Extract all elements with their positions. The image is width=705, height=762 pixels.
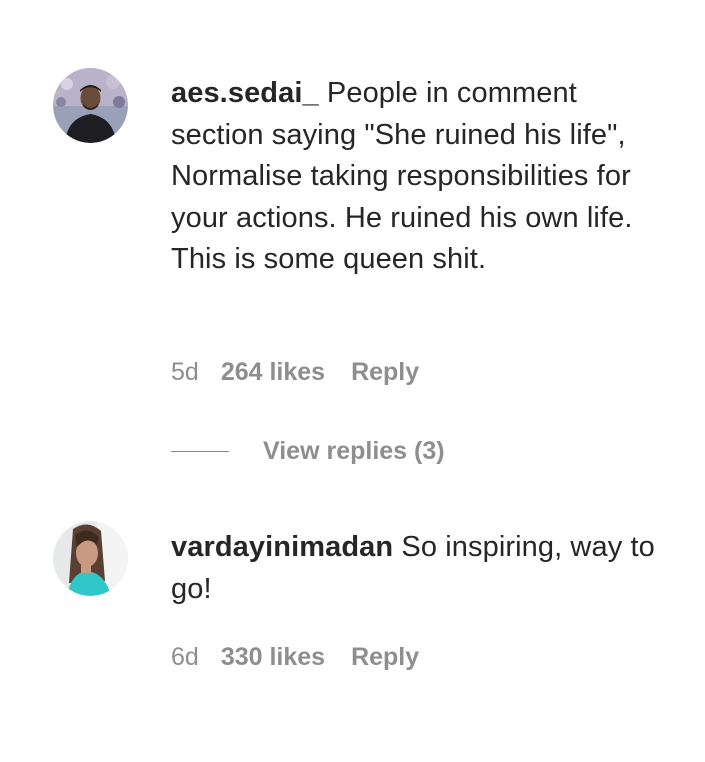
- avatar[interactable]: [53, 521, 128, 596]
- view-replies-button[interactable]: View replies (3): [171, 436, 445, 466]
- replies-divider: [171, 450, 229, 452]
- comment-meta: 6d 330 likes Reply: [171, 642, 419, 672]
- user-avatar-icon: [53, 68, 128, 143]
- comment-text: aes.sedai_ People in comment section say…: [171, 73, 671, 281]
- comment-username[interactable]: aes.sedai_: [171, 77, 319, 109]
- comment-timestamp[interactable]: 5d: [171, 357, 199, 387]
- comment-likes[interactable]: 330 likes: [221, 642, 325, 672]
- avatar[interactable]: [53, 68, 128, 143]
- comment-text: vardayinimadan So inspiring, way to go!: [171, 527, 671, 610]
- comment-likes[interactable]: 264 likes: [221, 357, 325, 387]
- comment-username[interactable]: vardayinimadan: [171, 531, 393, 563]
- view-replies-label: View replies (3): [263, 436, 445, 465]
- reply-button[interactable]: Reply: [351, 357, 419, 387]
- comment-timestamp[interactable]: 6d: [171, 642, 199, 672]
- reply-button[interactable]: Reply: [351, 642, 419, 672]
- comment-meta: 5d 264 likes Reply: [171, 357, 419, 387]
- user-avatar-icon: [53, 521, 128, 596]
